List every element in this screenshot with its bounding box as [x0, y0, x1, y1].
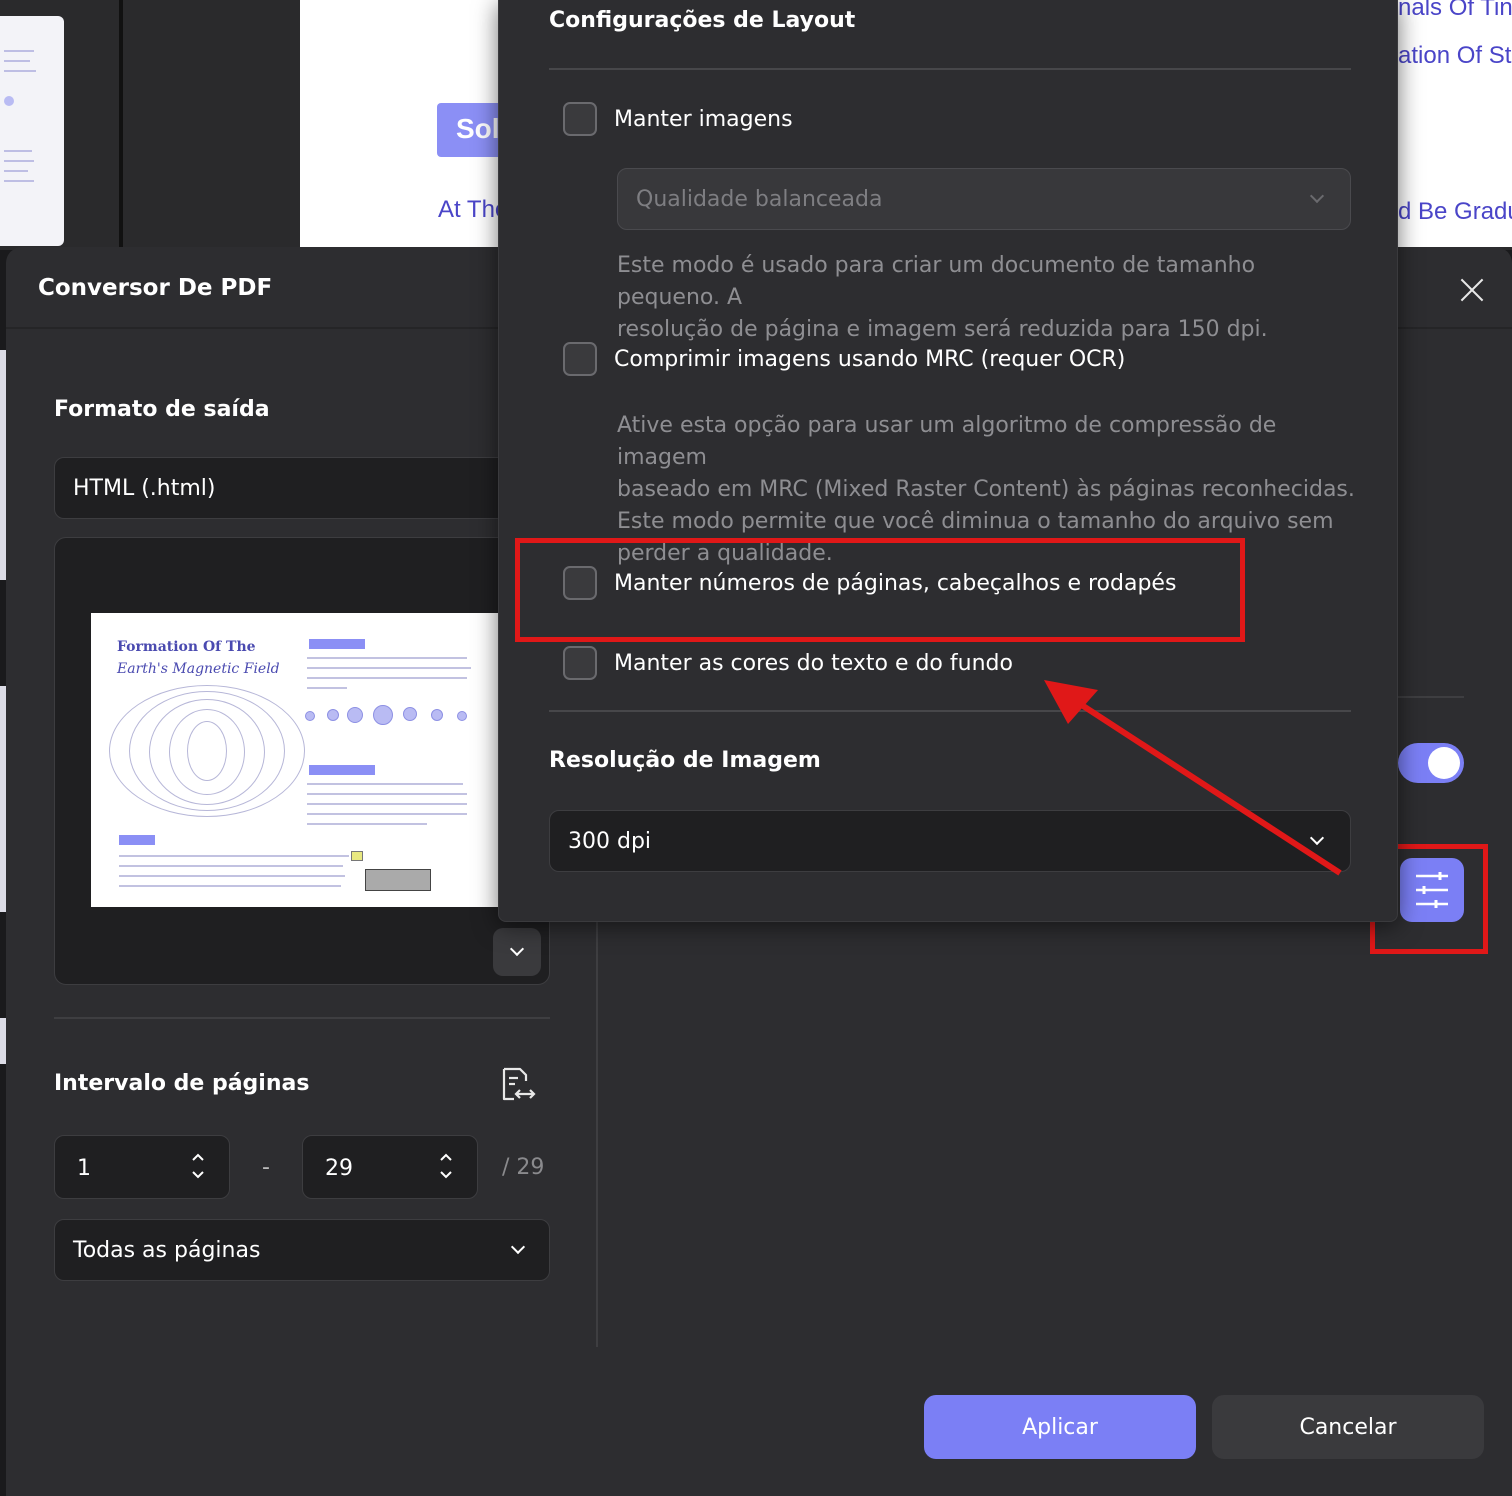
- page-thumbnail[interactable]: [0, 16, 64, 246]
- keep-images-option[interactable]: Manter imagens: [563, 102, 793, 136]
- keep-headers-label: Manter números de páginas, cabeçalhos e …: [614, 570, 1177, 596]
- image-quality-select: Qualidade balanceada: [617, 168, 1351, 230]
- description-line: Este modo é usado para criar um document…: [617, 253, 1256, 310]
- chevron-down-icon: [1309, 188, 1325, 204]
- column-divider: [596, 919, 598, 1347]
- cancel-button[interactable]: Cancelar: [1212, 1395, 1484, 1459]
- mrc-checkbox[interactable]: [563, 342, 597, 376]
- image-quality-value: Qualidade balanceada: [636, 187, 883, 212]
- popup-divider: [549, 68, 1351, 70]
- document-page-right: nals Of Tiny ation Of St d Be Gradu: [1398, 0, 1512, 247]
- popup-title: Configurações de Layout: [549, 8, 856, 33]
- page-range-heading: Intervalo de páginas: [54, 1071, 310, 1096]
- page-subset-select[interactable]: Todas as páginas: [54, 1219, 550, 1281]
- close-icon[interactable]: [1456, 273, 1488, 305]
- keep-images-label: Manter imagens: [614, 106, 793, 132]
- quality-description: Este modo é usado para criar um document…: [617, 250, 1357, 346]
- apply-button[interactable]: Aplicar: [924, 1395, 1196, 1459]
- range-separator: -: [262, 1155, 270, 1180]
- preview-panel: Formation Of The Earth's Magnetic Field: [54, 537, 550, 985]
- document-text-line: d Be Gradu: [1398, 198, 1512, 225]
- stepper-icon[interactable]: [439, 1148, 453, 1184]
- keep-colors-option[interactable]: Manter as cores do texto e do fundo: [563, 646, 1013, 680]
- keep-colors-label: Manter as cores do texto e do fundo: [614, 650, 1013, 676]
- magnetic-field-illustration: [109, 685, 305, 817]
- description-line: Este modo permite que você diminua o tam…: [617, 509, 1334, 534]
- layout-settings-popup: Configurações de Layout Manter imagens Q…: [498, 0, 1398, 922]
- output-format-select[interactable]: HTML (.html): [54, 457, 554, 519]
- image-resolution-value: 300 dpi: [568, 829, 652, 854]
- page-from-input[interactable]: 1: [54, 1135, 230, 1199]
- page-subset-value: Todas as páginas: [73, 1238, 261, 1263]
- dialog-title: Conversor De PDF: [38, 275, 273, 301]
- page-to-input[interactable]: 29: [302, 1135, 478, 1199]
- preview-page: Formation Of The Earth's Magnetic Field: [91, 613, 549, 907]
- preview-expand-button[interactable]: [493, 928, 541, 976]
- preview-image-placeholder: [365, 869, 431, 891]
- keep-images-checkbox[interactable]: [563, 102, 597, 136]
- image-resolution-heading: Resolução de Imagem: [549, 748, 821, 773]
- keep-headers-option[interactable]: Manter números de páginas, cabeçalhos e …: [563, 566, 1176, 600]
- thumbnail-divider: [119, 0, 123, 250]
- note-icon: [351, 851, 363, 861]
- preview-title: Formation Of The: [117, 639, 256, 655]
- page-to-value: 29: [325, 1156, 353, 1181]
- description-line: Ative esta opção para usar um algoritmo …: [617, 413, 1277, 470]
- keep-headers-checkbox[interactable]: [563, 566, 597, 600]
- image-resolution-select[interactable]: 300 dpi: [549, 810, 1351, 872]
- section-divider: [54, 1017, 550, 1019]
- document-text-line: ation Of St: [1398, 42, 1512, 69]
- mrc-label: Comprimir imagens usando MRC (requer OCR…: [614, 346, 1126, 372]
- page-range-icon[interactable]: [500, 1067, 538, 1103]
- description-line: baseado em MRC (Mixed Raster Content) às…: [617, 477, 1355, 502]
- chevron-down-icon: [510, 1239, 526, 1255]
- stepper-icon[interactable]: [191, 1148, 205, 1184]
- section-divider: [1398, 696, 1464, 698]
- page-total: / 29: [502, 1155, 545, 1180]
- page-from-value: 1: [77, 1156, 91, 1181]
- chevron-down-icon: [1309, 830, 1325, 846]
- ocr-toggle[interactable]: [1398, 743, 1464, 783]
- document-text-line: nals Of Tiny: [1398, 0, 1512, 21]
- output-format-heading: Formato de saída: [54, 397, 270, 422]
- preview-subtitle: Earth's Magnetic Field: [117, 661, 280, 677]
- keep-colors-checkbox[interactable]: [563, 646, 597, 680]
- mrc-option[interactable]: Comprimir imagens usando MRC (requer OCR…: [563, 342, 1125, 376]
- popup-divider: [549, 710, 1351, 712]
